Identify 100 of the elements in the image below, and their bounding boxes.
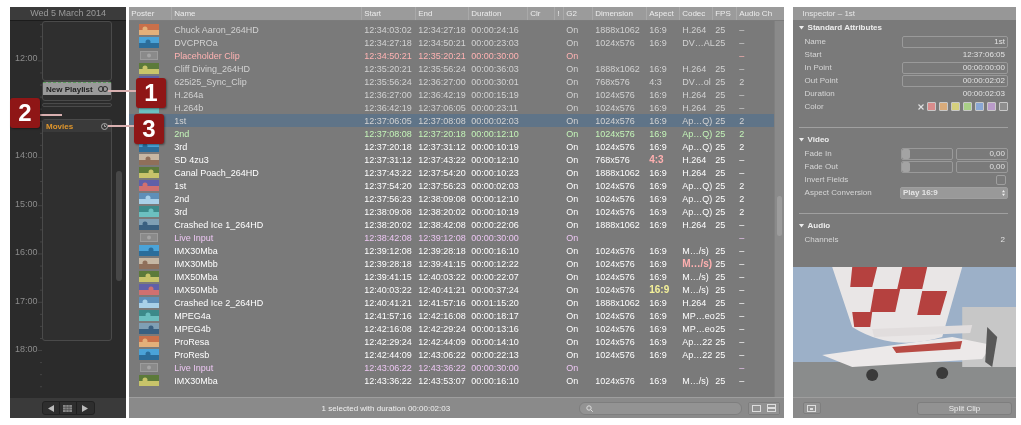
playlist-event[interactable]: Movies bbox=[42, 119, 112, 341]
table-cell-text: 1024x576 bbox=[594, 375, 636, 386]
table-cell-text: 16:9 bbox=[648, 284, 671, 295]
table-cell-text: 00:00:30:00 bbox=[470, 362, 520, 373]
column-header[interactable]: ! bbox=[554, 7, 564, 20]
column-header[interactable]: Codec bbox=[679, 7, 713, 20]
table-cell-text: H.264 bbox=[681, 297, 708, 308]
table-cell-text: H.264a bbox=[173, 89, 205, 100]
color-swatch[interactable] bbox=[951, 102, 960, 111]
table-cell-text: On bbox=[565, 115, 580, 126]
table-cell-text: 00:01:15:20 bbox=[470, 297, 520, 308]
table-cell-text: 25 bbox=[714, 206, 727, 217]
table-cell-text: – bbox=[738, 375, 746, 386]
table-cell-text: 00:00:22:06 bbox=[470, 219, 520, 230]
section-title: Audio bbox=[807, 221, 831, 230]
scrollbar[interactable] bbox=[773, 21, 784, 397]
updown-arrows-icon bbox=[1002, 189, 1005, 196]
table-cell-text: 12:37:20:18 bbox=[363, 141, 413, 152]
section-title: Video bbox=[807, 135, 830, 144]
table-cell-text: 00:00:12:22 bbox=[470, 258, 520, 269]
table-cell-text: 25 bbox=[714, 245, 727, 256]
table-cell-text: H.264 bbox=[681, 63, 708, 74]
column-header[interactable]: Duration bbox=[468, 7, 528, 20]
table-cell-text: 12:39:12:08 bbox=[417, 232, 467, 243]
split-clip-button[interactable]: Split Clip bbox=[917, 401, 1012, 415]
table-cell-text: 16:9 bbox=[648, 89, 668, 100]
color-swatch[interactable] bbox=[927, 102, 936, 111]
color-swatch[interactable] bbox=[963, 102, 972, 111]
disclosure-icon[interactable] bbox=[798, 223, 804, 228]
column-header[interactable]: Aspect bbox=[646, 7, 680, 20]
table-cell-text: – bbox=[738, 323, 746, 334]
slider[interactable] bbox=[901, 160, 953, 173]
table-cell-text: 12:43:36:22 bbox=[363, 375, 413, 386]
dropdown[interactable]: Play 16:9 bbox=[900, 186, 1008, 199]
table-cell-text: 12:37:31:12 bbox=[363, 154, 413, 165]
table-cell-text: 00:00:23:03 bbox=[470, 37, 520, 48]
table-cell-text: IMX50Mbb bbox=[173, 284, 219, 295]
table-cell-text: 16:9 bbox=[648, 375, 668, 386]
value-field[interactable]: 0,00 bbox=[956, 147, 1008, 160]
table-cell-text: 16:9 bbox=[648, 336, 668, 347]
color-swatch[interactable] bbox=[999, 102, 1008, 111]
viewer-button[interactable] bbox=[802, 402, 821, 414]
callout-badge: 1 bbox=[136, 78, 166, 108]
color-swatch[interactable] bbox=[939, 102, 948, 111]
scrollbar[interactable] bbox=[116, 171, 123, 281]
slider[interactable] bbox=[901, 147, 953, 160]
color-swatch[interactable] bbox=[987, 102, 996, 111]
checkbox[interactable] bbox=[996, 174, 1006, 185]
table-cell-text: 00:00:37:24 bbox=[470, 284, 520, 295]
table-cell-text: 16:9 bbox=[648, 180, 668, 191]
table-cell-text: 1888x1062 bbox=[594, 24, 641, 35]
attribute-label: Fade Out bbox=[804, 162, 838, 171]
screen-icon bbox=[807, 404, 817, 412]
table-cell-text: On bbox=[565, 128, 580, 139]
table-cell-text: – bbox=[738, 258, 746, 269]
clear-color-icon[interactable] bbox=[918, 103, 924, 110]
table-cell-text: 25 bbox=[714, 102, 727, 113]
value-field[interactable]: 1st bbox=[902, 35, 1008, 48]
status-text: 1 selected with duration 00:00:02:03 bbox=[320, 403, 452, 413]
disclosure-icon[interactable] bbox=[798, 137, 804, 142]
table-cell-text: On bbox=[565, 63, 580, 74]
table-cell-text: 12:39:28:18 bbox=[417, 245, 467, 256]
table-cell-text: 12:39:28:18 bbox=[363, 258, 413, 269]
table-cell-text: M…/s) bbox=[681, 245, 710, 256]
column-header[interactable]: FPS bbox=[712, 7, 737, 20]
clock-icon bbox=[101, 122, 108, 130]
table-cell-text: 12:41:57:16 bbox=[417, 297, 467, 308]
column-header[interactable]: Dimension bbox=[592, 7, 647, 20]
column-header[interactable]: G2 bbox=[563, 7, 593, 20]
value-field[interactable]: 0,00 bbox=[956, 160, 1008, 173]
table-cell-text: 16:9 bbox=[648, 271, 668, 282]
calendar-date: Wed 5 March 2014 bbox=[10, 7, 127, 21]
disclosure-icon[interactable] bbox=[798, 25, 804, 30]
table-cell-text: 12:43:36:22 bbox=[417, 362, 467, 373]
playlist-event[interactable]: New Playlist bbox=[42, 81, 112, 101]
table-cell-text: 12:36:27:00 bbox=[417, 76, 467, 87]
table-cell-text: 25 bbox=[714, 375, 727, 386]
table-cell-text: 00:00:10:19 bbox=[470, 206, 520, 217]
column-header[interactable]: End bbox=[415, 7, 469, 20]
table-cell-text: 12:34:03:02 bbox=[363, 24, 413, 35]
color-swatch[interactable] bbox=[975, 102, 984, 111]
split-view-button[interactable] bbox=[763, 402, 779, 414]
table-cell-text: – bbox=[738, 167, 746, 178]
table-cell-text: 1024x576 bbox=[594, 180, 636, 191]
value-field[interactable]: 00:00:00:00 bbox=[902, 61, 1008, 74]
table-cell-text: 2 bbox=[738, 115, 746, 126]
table-cell-text: 25 bbox=[714, 89, 727, 100]
value-field[interactable]: 00:00:02:02 bbox=[902, 74, 1008, 87]
callout-badge: 2 bbox=[10, 98, 40, 128]
column-header[interactable]: Audio Ch bbox=[736, 7, 771, 20]
column-header[interactable]: Start bbox=[361, 7, 416, 20]
table-cell-text: On bbox=[565, 245, 580, 256]
table-cell-text: 1024x576 bbox=[594, 258, 636, 269]
column-header[interactable]: Name bbox=[171, 7, 362, 20]
table-cell-text: 16:9 bbox=[648, 63, 668, 74]
column-header[interactable]: Clr bbox=[527, 7, 555, 20]
single-view-button[interactable] bbox=[748, 402, 764, 414]
column-header[interactable]: Poster bbox=[129, 7, 172, 20]
table-cell-text: 12:42:16:08 bbox=[417, 310, 467, 321]
search-field[interactable] bbox=[578, 401, 742, 415]
